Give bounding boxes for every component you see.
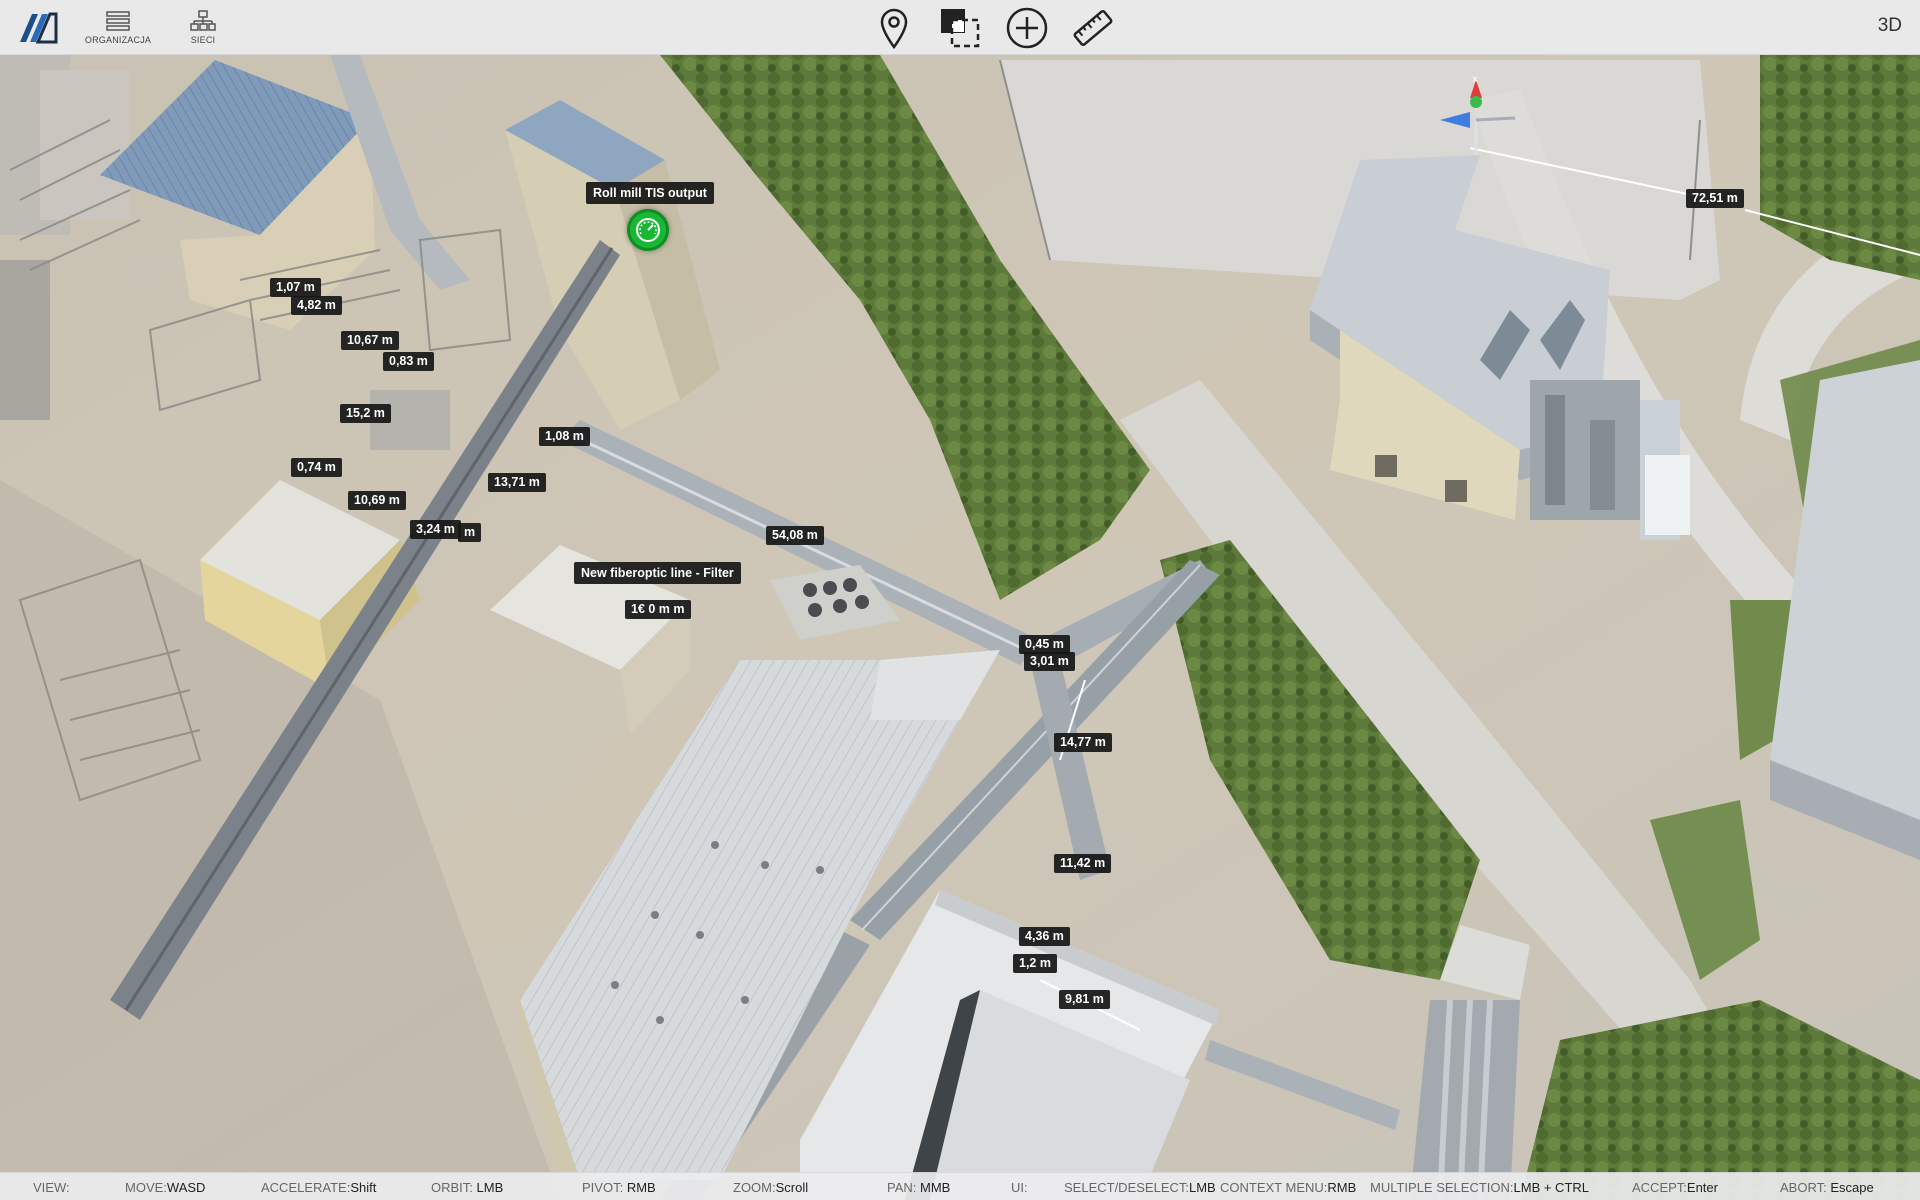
measurement-label[interactable]: 54,08 m — [766, 526, 824, 545]
status-move: MOVE:WASD — [125, 1180, 206, 1195]
status-accept: ACCEPT:Enter — [1632, 1180, 1718, 1195]
top-toolbar: ORGANIZACJA SIECI 3D — [0, 0, 1920, 55]
status-abort: ABORT: Escape — [1780, 1180, 1874, 1195]
3d-viewport[interactable]: x 1,07 m 4,82 m 10,67 m 0,83 m 15,2 m 1,… — [0, 0, 1920, 1200]
svg-text:x: x — [1472, 74, 1478, 85]
measurement-label[interactable]: 1,08 m — [539, 427, 590, 446]
measurement-label[interactable]: 13,71 m — [488, 473, 546, 492]
measurement-label[interactable]: 1€ 0 m m — [625, 600, 691, 619]
measure-button[interactable] — [1068, 0, 1118, 55]
sieci-button[interactable]: SIECI — [176, 0, 230, 55]
status-select: SELECT/DESELECT:LMB — [1064, 1180, 1216, 1195]
measurement-label[interactable]: 4,36 m — [1019, 927, 1070, 946]
status-pivot: PIVOT: RMB — [582, 1180, 656, 1195]
poi-label-roll-mill[interactable]: Roll mill TIS output — [586, 182, 714, 204]
measurement-label[interactable]: 1,07 m — [270, 278, 321, 297]
measurement-label[interactable]: 14,77 m — [1054, 733, 1112, 752]
status-multiple-selection: MULTIPLE SELECTION:LMB + CTRL — [1370, 1180, 1590, 1195]
status-zoom: ZOOM:Scroll — [733, 1180, 809, 1195]
map-pin-icon — [880, 8, 908, 49]
add-icon — [1006, 7, 1048, 48]
gauge-icon[interactable] — [627, 209, 669, 251]
measurement-label[interactable]: 10,69 m — [348, 491, 406, 510]
organizacja-label: ORGANIZACJA — [84, 35, 152, 45]
status-context-menu: CONTEXT MENU:RMB — [1220, 1180, 1357, 1195]
status-accelerate: ACCELERATE:Shift — [261, 1180, 377, 1195]
add-marker-button[interactable] — [872, 0, 916, 55]
measurement-label[interactable]: 3,24 m — [410, 520, 461, 539]
measurement-label[interactable]: 15,2 m — [340, 404, 391, 423]
measurement-label[interactable]: 9,81 m — [1059, 990, 1110, 1009]
app-logo[interactable] — [10, 0, 65, 55]
measurement-label[interactable]: 1,2 m — [1013, 954, 1057, 973]
measurement-label[interactable]: 0,83 m — [383, 352, 434, 371]
status-bar: VIEW: MOVE:WASD ACCELERATE:Shift ORBIT: … — [0, 1172, 1920, 1200]
measurement-label[interactable]: 3,01 m — [1024, 652, 1075, 671]
logo-icon — [19, 12, 57, 43]
select-area-button[interactable] — [936, 0, 984, 55]
sieci-label: SIECI — [190, 35, 216, 45]
ruler-icon — [1073, 9, 1113, 46]
status-pan: PAN: MMB — [887, 1180, 951, 1195]
status-orbit: ORBIT: LMB — [431, 1180, 504, 1195]
add-button[interactable] — [1004, 0, 1050, 55]
measurement-label[interactable]: m — [458, 523, 482, 542]
organizacja-button[interactable]: ORGANIZACJA — [80, 0, 156, 55]
poi-label-fiberoptic[interactable]: New fiberoptic line - Filter — [574, 562, 741, 584]
list-icon — [106, 11, 130, 31]
measurement-label[interactable]: 0,74 m — [291, 458, 342, 477]
measurement-label[interactable]: 10,67 m — [341, 331, 399, 350]
select-area-icon — [941, 8, 980, 47]
measurement-label[interactable]: 4,82 m — [291, 296, 342, 315]
measurement-label[interactable]: 11,42 m — [1054, 854, 1112, 873]
measurement-label[interactable]: 72,51 m — [1686, 189, 1744, 208]
status-view: VIEW: — [33, 1180, 70, 1195]
view-mode-toggle[interactable]: 3D — [1878, 15, 1902, 37]
network-icon — [190, 10, 216, 31]
site-3d-model[interactable]: x — [0, 0, 1920, 1200]
status-ui: UI: — [1011, 1180, 1028, 1195]
